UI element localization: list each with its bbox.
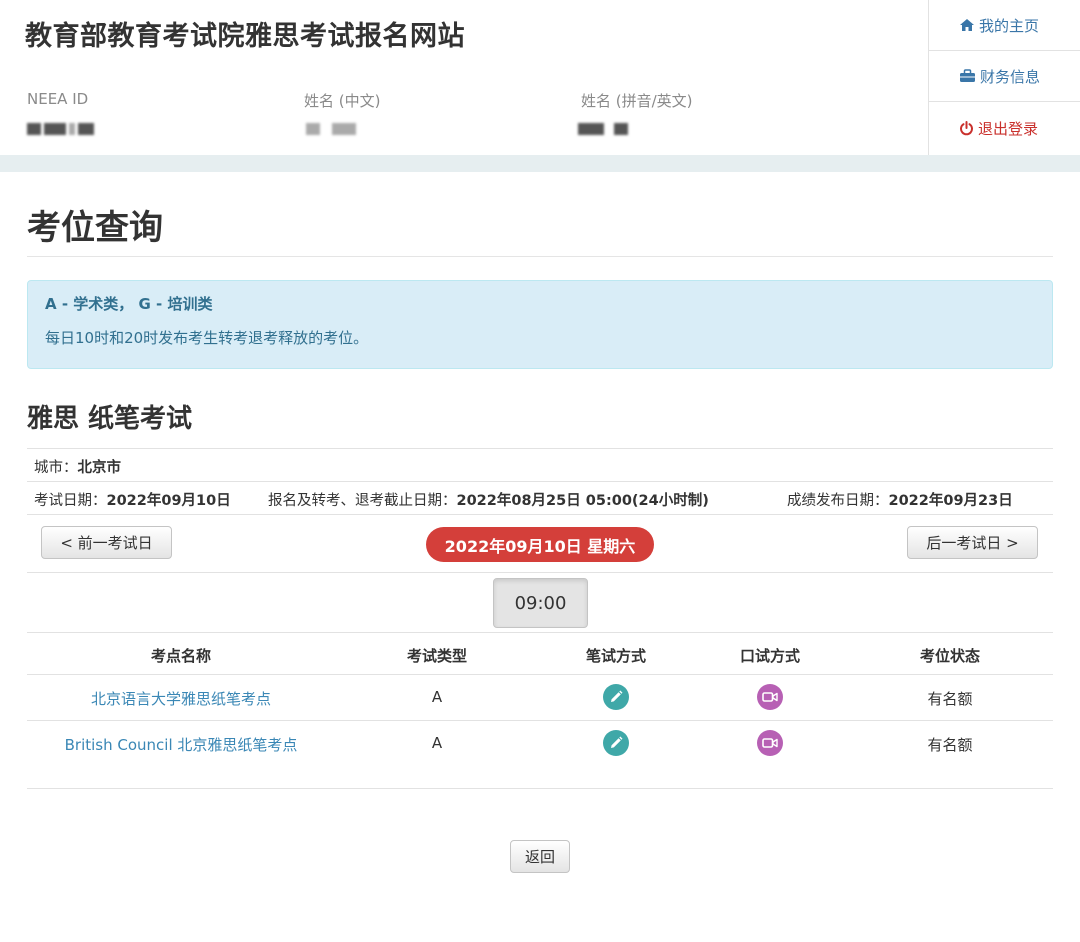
pinyin-name-label: 姓名 (拼音/英文)	[581, 92, 693, 110]
chinese-name-label: 姓名 (中文)	[304, 92, 381, 110]
back-button[interactable]: 返回	[510, 840, 570, 873]
nav-home-label: 我的主页	[979, 16, 1040, 35]
divider	[27, 514, 1053, 515]
title-divider	[27, 256, 1053, 257]
prev-exam-day-button[interactable]: < 前一考试日	[41, 526, 172, 559]
result-date-value: 2022年09月23日	[888, 493, 1013, 509]
video-icon	[757, 684, 783, 710]
col-header-status: 考位状态	[919, 647, 981, 665]
current-exam-date-badge: 2022年09月10日 星期六	[426, 527, 654, 562]
result-date-label: 成绩发布日期：	[787, 493, 889, 509]
venue-link[interactable]: 北京语言大学雅思纸笔考点	[91, 688, 271, 709]
col-header-venue: 考点名称	[150, 647, 212, 665]
neea-id-label: NEEA ID	[27, 90, 89, 108]
nav-finance-label: 财务信息	[980, 67, 1041, 86]
col-header-type: 考试类型	[406, 647, 468, 665]
alert-type-legend: A - 学术类， G - 培训类	[45, 295, 213, 313]
nav-finance[interactable]: 财务信息	[929, 51, 1080, 102]
divider	[27, 720, 1053, 721]
header-divider-band	[0, 155, 1080, 172]
divider	[27, 481, 1053, 482]
nav-logout-label: 退出登录	[978, 120, 1039, 138]
city-info: 城市：北京市	[34, 456, 121, 477]
pencil-icon	[603, 684, 629, 710]
power-icon	[960, 121, 973, 136]
divider	[27, 572, 1053, 573]
pinyin-name-value-redacted	[578, 122, 628, 136]
page-title: 考位查询	[27, 208, 163, 248]
deadline-info: 报名及转考、退考截止日期：2022年08月25日 05:00(24小时制)	[268, 489, 709, 510]
venue-link[interactable]: British Council 北京雅思纸笔考点	[65, 734, 298, 755]
alert-release-note: 每日10时和20时发布考生转考退考释放的考位。	[45, 329, 369, 347]
time-slot-button[interactable]: 09:00	[493, 578, 588, 628]
nav-logout[interactable]: 退出登录	[929, 102, 1080, 155]
exam-date-info: 考试日期：2022年09月10日	[34, 489, 231, 510]
city-label: 城市：	[34, 460, 78, 476]
divider	[27, 632, 1053, 633]
col-header-oral: 口试方式	[739, 647, 801, 665]
city-value: 北京市	[77, 460, 122, 476]
divider	[27, 448, 1053, 449]
next-exam-day-button[interactable]: 后一考试日 >	[907, 526, 1038, 559]
result-date-info: 成绩发布日期：2022年09月23日	[787, 489, 1013, 510]
briefcase-icon	[960, 69, 975, 82]
section-title: 雅思 纸笔考试	[27, 404, 193, 434]
pencil-icon	[603, 730, 629, 756]
home-icon	[960, 19, 974, 31]
exam-type: A	[431, 688, 443, 706]
seat-status: 有名额	[927, 690, 973, 708]
exam-date-value: 2022年09月10日	[106, 493, 231, 509]
divider	[27, 788, 1053, 789]
site-title: 教育部教育考试院雅思考试报名网站	[25, 21, 465, 52]
deadline-label: 报名及转考、退考截止日期：	[268, 493, 457, 509]
deadline-value: 2022年08月25日 05:00(24小时制)	[456, 493, 709, 509]
chinese-name-value-redacted	[306, 122, 356, 136]
seat-status: 有名额	[927, 736, 973, 754]
site-header: 教育部教育考试院雅思考试报名网站 NEEA ID 姓名 (中文) 姓名 (拼音/…	[0, 0, 1080, 155]
divider	[27, 674, 1053, 675]
info-alert: A - 学术类， G - 培训类 每日10时和20时发布考生转考退考释放的考位。	[27, 280, 1053, 369]
col-header-written: 笔试方式	[585, 647, 647, 665]
exam-type: A	[431, 734, 443, 752]
video-icon	[757, 730, 783, 756]
neea-id-value-redacted	[27, 122, 94, 136]
nav-home[interactable]: 我的主页	[929, 0, 1080, 51]
side-nav: 我的主页 财务信息 退出登录	[928, 0, 1080, 155]
exam-date-label: 考试日期：	[34, 493, 107, 509]
